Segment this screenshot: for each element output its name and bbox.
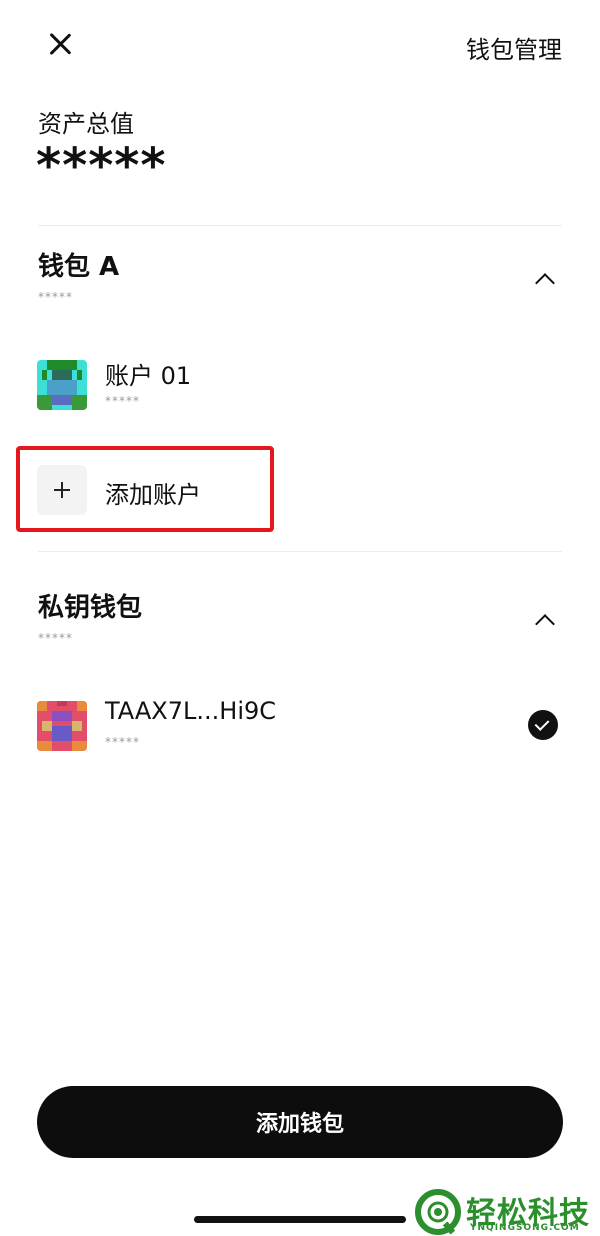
account-subtitle: *****	[105, 394, 140, 408]
account-avatar	[37, 360, 87, 410]
add-account-label: 添加账户	[105, 481, 201, 509]
account-avatar	[37, 701, 87, 751]
add-account-button[interactable]: 添加账户	[37, 465, 277, 515]
wallet-subtitle: *****	[38, 631, 73, 645]
account-subtitle: *****	[105, 735, 140, 749]
watermark: 轻松科技 YNQINGSONG.COM	[414, 1188, 600, 1236]
add-wallet-button[interactable]: 添加钱包	[37, 1086, 563, 1158]
divider	[38, 225, 562, 226]
divider	[38, 551, 562, 552]
wallet-management-link[interactable]: 钱包管理	[466, 30, 562, 65]
chevron-up-icon[interactable]	[530, 607, 560, 637]
account-name[interactable]: 账户 01	[105, 356, 191, 391]
watermark-logo-icon	[415, 1189, 461, 1235]
home-indicator	[194, 1216, 406, 1223]
total-assets-value: *****	[36, 138, 167, 194]
watermark-subtitle: YNQINGSONG.COM	[470, 1223, 580, 1233]
check-circle-icon	[528, 710, 558, 740]
plus-icon	[37, 465, 87, 515]
wallet-subtitle: *****	[38, 290, 73, 304]
chevron-up-icon[interactable]	[530, 266, 560, 296]
total-assets-label: 资产总值	[38, 110, 134, 138]
close-icon[interactable]	[40, 24, 80, 64]
wallet-title: 钱包 A	[38, 252, 120, 282]
wallet-title: 私钥钱包	[38, 593, 143, 623]
account-name[interactable]: TAAX7L...Hi9C	[105, 697, 276, 725]
